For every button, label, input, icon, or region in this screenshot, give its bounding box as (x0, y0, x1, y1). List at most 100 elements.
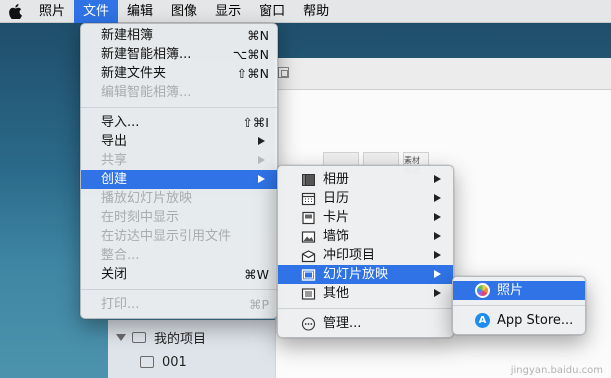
ellipsis-icon (301, 316, 316, 331)
menu-item-label: 导入... (101, 115, 140, 130)
book-icon (302, 173, 315, 186)
menu-bar: 照片 文件 编辑 图像 显示 窗口 帮助 (0, 0, 611, 23)
menu-item-label: 整合... (101, 248, 140, 263)
menu-item-print: 打印... ⌘P (81, 295, 277, 314)
window-toolbar (275, 58, 611, 90)
menu-item-edit-smart-album: 编辑智能相簿... (81, 83, 277, 102)
menu-item-other[interactable]: 其他 (278, 284, 453, 303)
menubar-edit[interactable]: 编辑 (118, 0, 162, 23)
shortcut-label: ⌥⌘N (232, 47, 269, 62)
wall-decor-icon (301, 230, 316, 243)
create-submenu: 相册 日历 卡片 墙饰 冲印项目 幻灯片放映 其他 管理... (277, 165, 454, 338)
menu-item-label: 新建文件夹 (101, 66, 167, 81)
submenu-arrow-icon (258, 156, 265, 164)
submenu-arrow-icon (434, 213, 441, 221)
menubar-file[interactable]: 文件 (74, 0, 119, 23)
menu-item-slideshow[interactable]: 幻灯片放映 (278, 265, 453, 284)
menu-separator (453, 305, 585, 306)
menu-item-label: 创建 (101, 172, 128, 187)
submenu-arrow-icon (258, 175, 265, 183)
menu-item-label: 播放幻灯片放映 (101, 191, 193, 206)
menu-item-export[interactable]: 导出 (81, 132, 277, 151)
other-icon (301, 287, 316, 300)
menu-item-label: 在时刻中显示 (101, 210, 180, 225)
menu-item-label: App Store... (497, 313, 574, 328)
menu-item-label: 编辑智能相簿... (101, 85, 192, 100)
menu-item-label: 打印... (101, 297, 140, 312)
menu-separator (81, 289, 277, 290)
submenu-arrow-icon (434, 232, 441, 240)
window-view-icon[interactable] (278, 67, 289, 78)
menu-item-label: 卡片 (323, 210, 350, 225)
calendar-icon (301, 192, 316, 205)
menu-item-label: 管理... (323, 316, 362, 331)
menu-item-app-store[interactable]: A App Store... (453, 311, 585, 330)
apple-menu-icon[interactable] (0, 0, 30, 23)
menu-item-label: 导出 (101, 134, 128, 149)
submenu-arrow-icon (434, 270, 441, 278)
menu-item-show-in-moments: 在时刻中显示 (81, 208, 277, 227)
menu-item-label: 墙饰 (323, 229, 350, 244)
sidebar-item-label: 我的项目 (154, 331, 207, 347)
shortcut-label: ⇧⌘N (236, 66, 269, 81)
disclosure-triangle-icon[interactable] (116, 333, 126, 341)
menu-item-wall-decor[interactable]: 墙饰 (278, 227, 453, 246)
menu-item-photos-app[interactable]: 照片 (453, 281, 585, 300)
menubar-image[interactable]: 图像 (162, 0, 206, 23)
menu-item-share: 共享 (81, 151, 277, 170)
menu-item-label: 照片 (497, 283, 524, 298)
menu-item-import[interactable]: 导入... ⇧⌘I (81, 113, 277, 132)
menu-item-manage[interactable]: 管理... (278, 314, 453, 333)
sidebar-item-label: 001 (162, 354, 187, 370)
menubar-help[interactable]: 帮助 (294, 0, 338, 23)
prints-icon (301, 249, 316, 262)
menu-item-new-folder[interactable]: 新建文件夹 ⇧⌘N (81, 64, 277, 83)
shortcut-label: ⇧⌘I (242, 115, 269, 130)
menu-item-label: 在访达中显示引用文件 (101, 229, 232, 244)
app-store-icon: A (475, 313, 490, 328)
menubar-window[interactable]: 窗口 (250, 0, 294, 23)
slideshow-submenu: 照片 A App Store... (452, 276, 586, 335)
menu-item-close[interactable]: 关闭 ⌘W (81, 265, 277, 284)
menu-item-calendar[interactable]: 日历 (278, 189, 453, 208)
submenu-arrow-icon (434, 175, 441, 183)
shortcut-label: ⌘P (248, 297, 269, 312)
menu-item-prints[interactable]: 冲印项目 (278, 246, 453, 265)
submenu-arrow-icon (258, 137, 265, 145)
photos-app-icon (475, 283, 490, 298)
watermark: jingyan.baidu.com (510, 365, 603, 376)
shortcut-label: ⌘N (247, 28, 269, 43)
menu-item-create[interactable]: 创建 (81, 170, 277, 189)
menubar-view[interactable]: 显示 (206, 0, 250, 23)
project-icon (140, 356, 154, 368)
menu-item-new-smart-album[interactable]: 新建智能相簿... ⌥⌘N (81, 45, 277, 64)
menubar-photos[interactable]: 照片 (30, 0, 74, 23)
menu-item-label: 其他 (323, 286, 350, 301)
shortcut-label: ⌘W (244, 267, 269, 282)
menu-item-label: 幻灯片放映 (323, 267, 389, 282)
menu-item-card[interactable]: 卡片 (278, 208, 453, 227)
menu-item-label: 新建相簿 (101, 28, 154, 43)
menu-item-consolidate: 整合... (81, 246, 277, 265)
submenu-arrow-icon (434, 289, 441, 297)
menu-item-label: 日历 (323, 191, 350, 206)
menu-item-label: 冲印项目 (323, 248, 376, 263)
sidebar-item-my-projects[interactable]: 我的项目 (112, 326, 206, 348)
menu-item-new-album[interactable]: 新建相簿 ⌘N (81, 26, 277, 45)
folder-icon (132, 331, 146, 343)
menu-separator (81, 107, 277, 108)
card-icon (302, 211, 315, 224)
menu-item-book[interactable]: 相册 (278, 170, 453, 189)
menu-item-label: 相册 (323, 172, 350, 187)
file-menu: 新建相簿 ⌘N 新建智能相簿... ⌥⌘N 新建文件夹 ⇧⌘N 编辑智能相簿..… (80, 23, 278, 319)
menu-item-label: 共享 (101, 153, 128, 168)
submenu-arrow-icon (434, 194, 441, 202)
submenu-arrow-icon (434, 251, 441, 259)
menu-item-label: 新建智能相簿... (101, 47, 192, 62)
menu-item-show-referenced-file: 在访达中显示引用文件 (81, 227, 277, 246)
sidebar-item-project[interactable]: 001 (112, 351, 187, 373)
menu-item-play-slideshow: 播放幻灯片放映 (81, 189, 277, 208)
menu-item-label: 关闭 (101, 267, 128, 282)
menu-separator (278, 308, 453, 309)
slideshow-icon (301, 268, 316, 281)
